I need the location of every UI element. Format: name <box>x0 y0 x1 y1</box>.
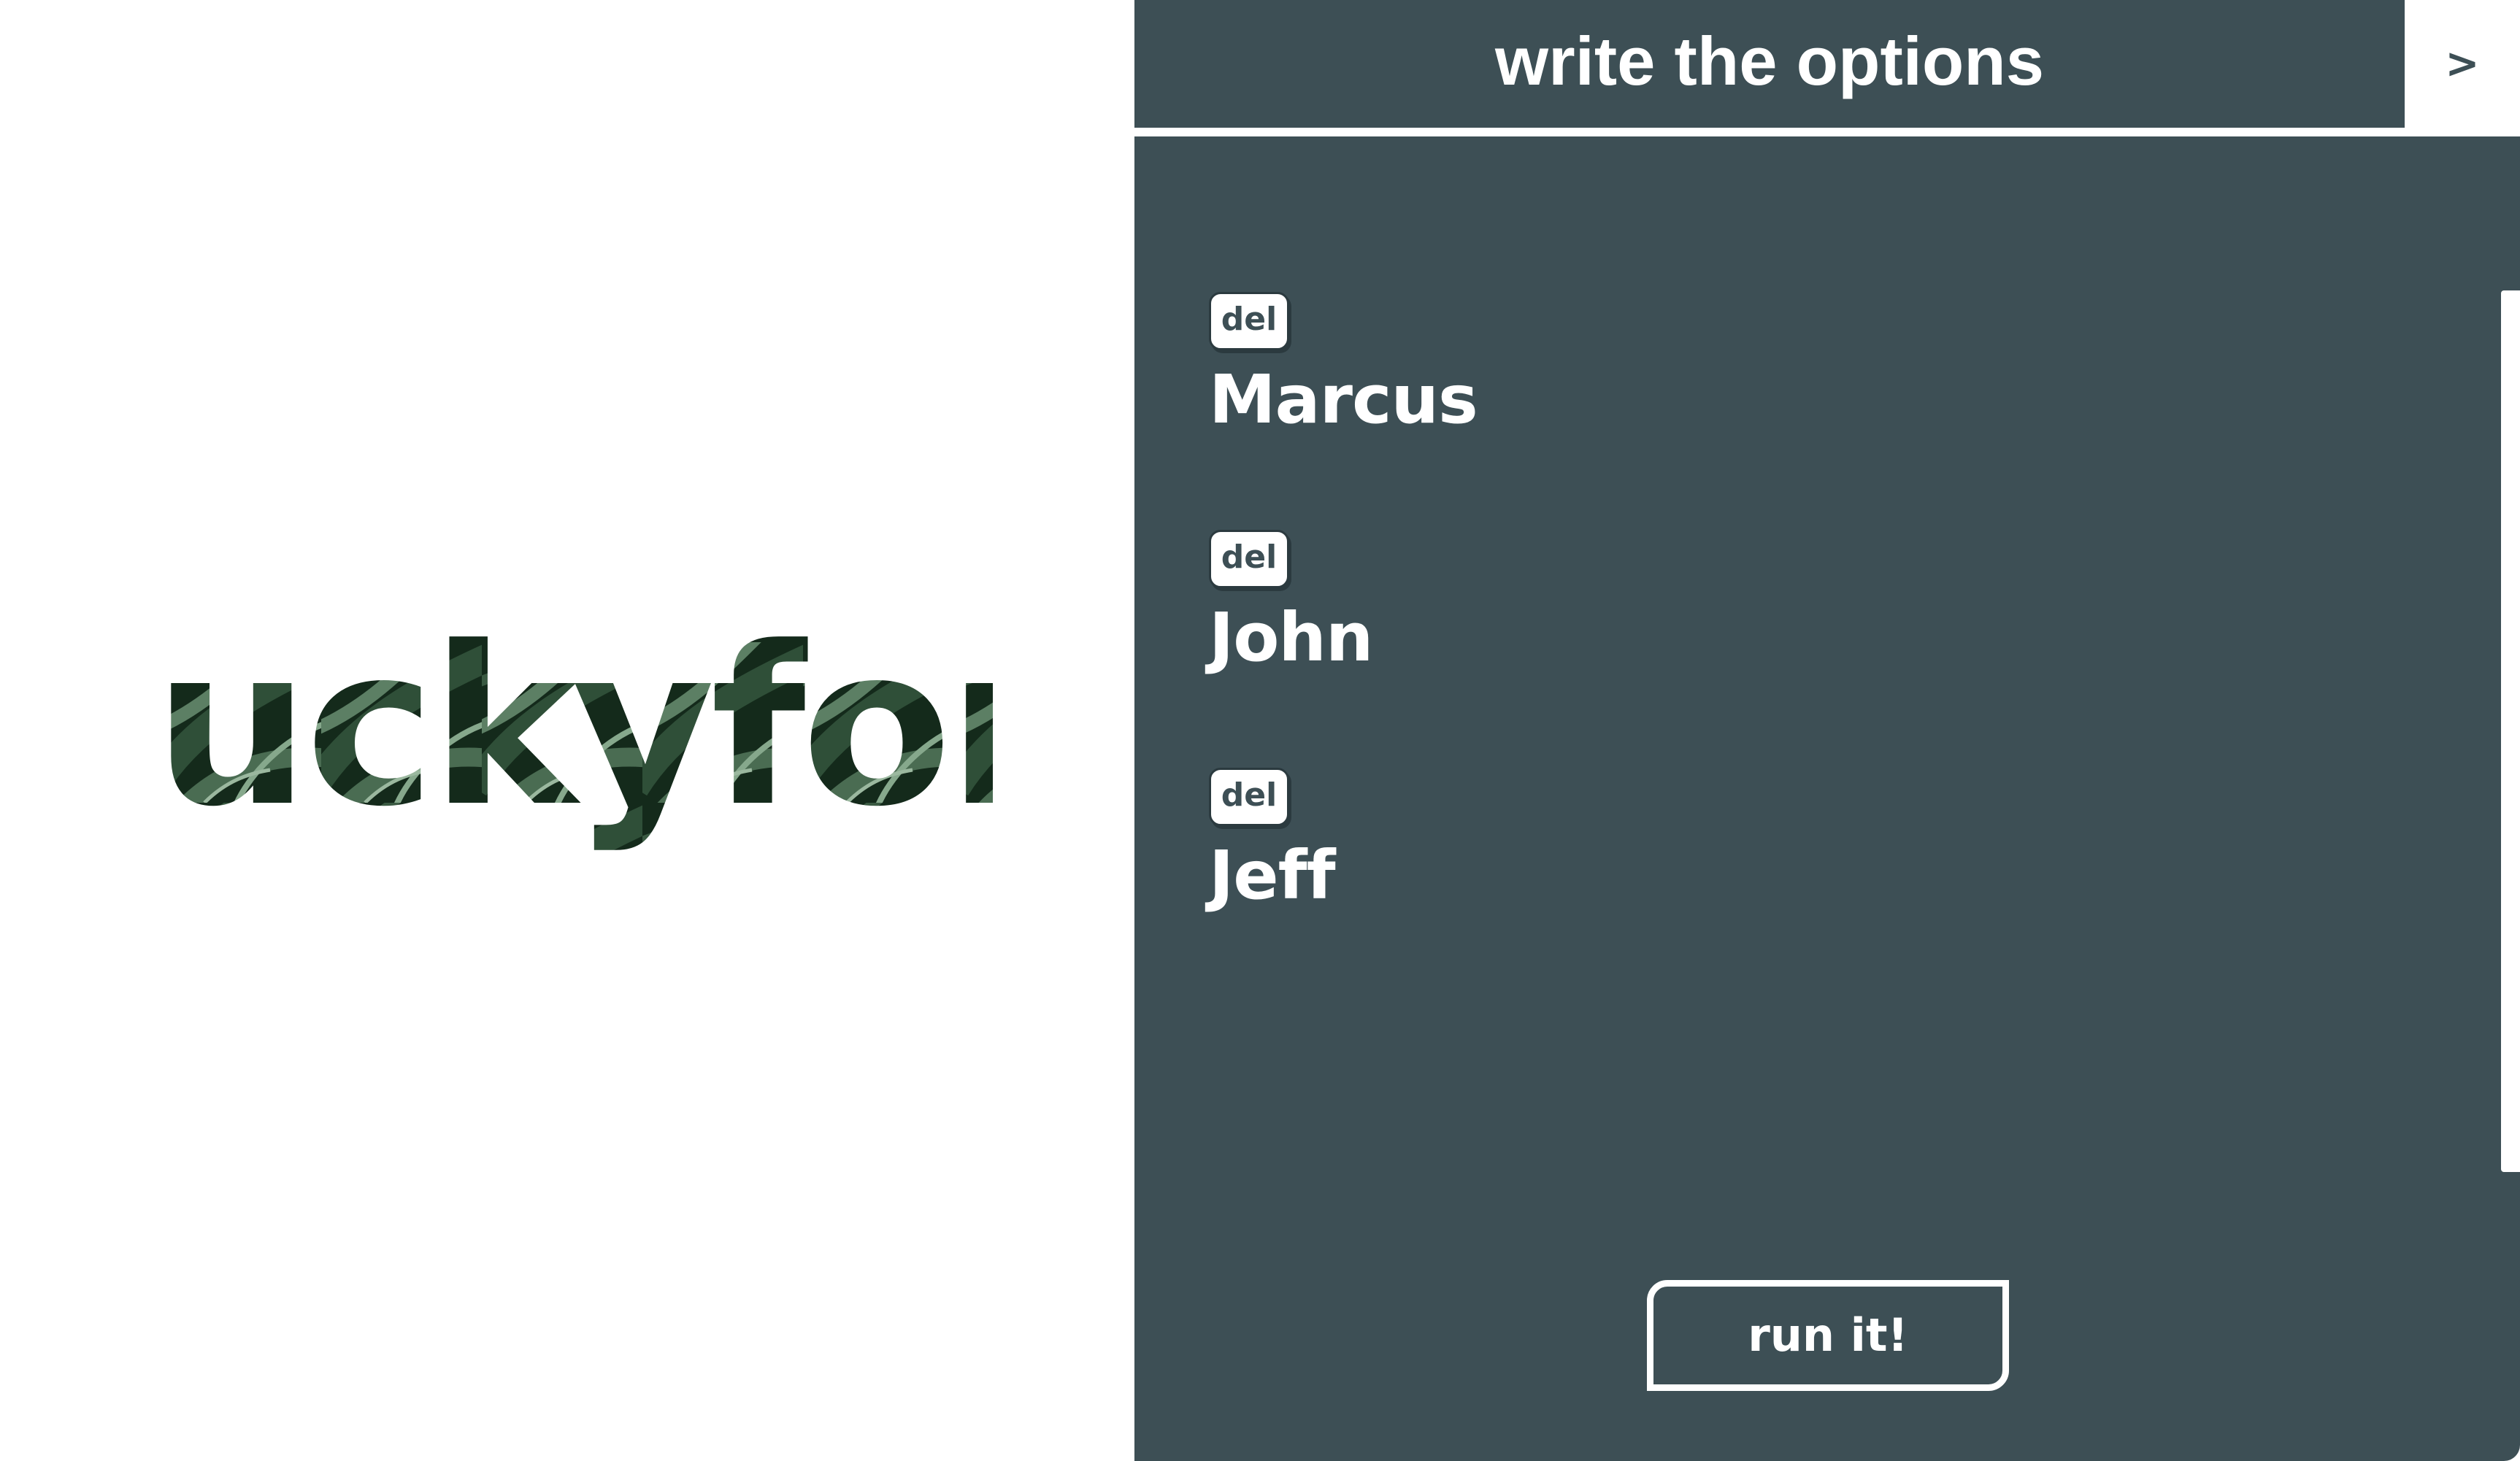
option-label: Jeff <box>1209 836 1336 914</box>
app-window: luckyfor luckyfor write the options > de… <box>0 0 2520 1461</box>
option-label: Marcus <box>1209 361 1478 439</box>
delete-option-button[interactable]: del <box>1209 530 1289 588</box>
logo: luckyfor luckyfor <box>0 0 1134 1461</box>
delete-option-button[interactable]: del <box>1209 768 1289 826</box>
options-scrollbar[interactable] <box>2501 290 2520 1172</box>
option-item: del Jeff <box>1209 768 2085 909</box>
header-title: write the options <box>1495 22 2044 99</box>
option-item: del Marcus <box>1209 292 2085 433</box>
option-item: del John <box>1209 530 2085 671</box>
panel-toggle-button[interactable]: > <box>2405 0 2520 128</box>
delete-option-button[interactable]: del <box>1209 292 1289 350</box>
logo-area: luckyfor luckyfor <box>0 0 1134 1461</box>
run-button[interactable]: run it! <box>1647 1280 2009 1391</box>
option-label: John <box>1209 598 1373 676</box>
header-bar: write the options <box>1134 0 2405 128</box>
